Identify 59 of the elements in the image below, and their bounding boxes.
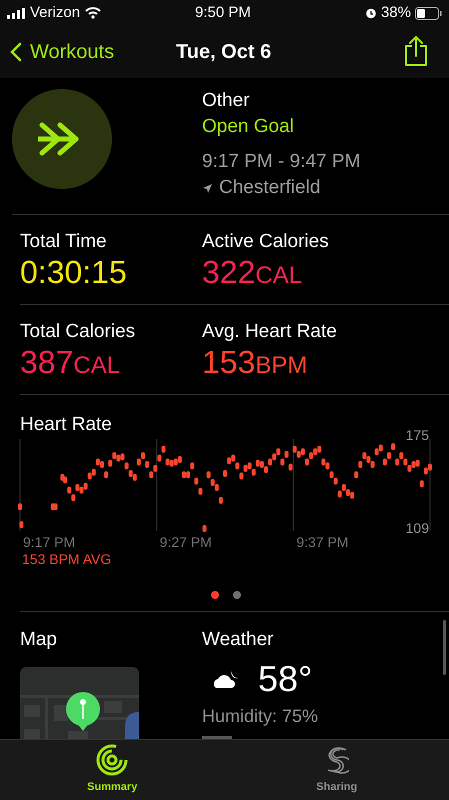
- heart-rate-point: [358, 461, 362, 468]
- x-axis-label: 9:27 PM: [160, 534, 212, 550]
- metric-unit: CAL: [73, 351, 120, 381]
- heart-rate-point: [198, 488, 202, 495]
- heart-rate-point: [391, 443, 396, 450]
- wifi-icon: [85, 7, 102, 19]
- signal-icon: [7, 8, 25, 18]
- heart-rate-point: [18, 503, 22, 510]
- section-title: Map: [20, 628, 57, 652]
- metric-unit: BPM: [255, 351, 308, 381]
- metric-value: 322: [202, 253, 256, 291]
- heart-rate-point: [218, 496, 223, 504]
- temperature: 58°: [258, 656, 312, 700]
- tab-item[interactable]: Sharing: [224, 740, 449, 800]
- battery-icon: [415, 6, 442, 20]
- heart-rate-point: [420, 480, 424, 488]
- metric-label: Avg. Heart Rate: [202, 321, 338, 343]
- heart-rate-point: [223, 470, 227, 477]
- screen-title: Tue, Oct 6: [176, 40, 272, 65]
- heart-rate-point: [104, 471, 108, 478]
- section-title: Heart Rate: [20, 413, 112, 437]
- metric-label: Active Calories: [202, 231, 330, 253]
- metric-value: 0:30:15: [20, 253, 127, 291]
- humidity: Humidity: 75%: [202, 704, 318, 728]
- clock-time: 9:50 PM: [195, 2, 251, 23]
- heart-rate-point: [19, 521, 24, 528]
- heart-rate-point: [354, 471, 358, 478]
- alarm-icon: [364, 7, 377, 19]
- heart-rate-point: [202, 524, 206, 532]
- x-axis-label: 9:37 PM: [296, 534, 348, 550]
- y-axis-label: 109: [406, 520, 429, 536]
- carrier-name: Verizon: [30, 2, 80, 23]
- metric-label: Total Time: [20, 231, 108, 253]
- share-icon[interactable]: [404, 36, 428, 66]
- scroll-indicator: [443, 620, 446, 675]
- metric-label: Total Calories: [20, 321, 136, 343]
- workout-location: Chesterfield: [219, 176, 320, 200]
- workout-time-range: 9:17 PM - 9:47 PM: [202, 150, 360, 174]
- metric-value: 387: [20, 343, 74, 381]
- back-button[interactable]: Workouts: [10, 37, 114, 67]
- y-axis-label: 175: [406, 427, 429, 443]
- back-chevron-icon: [10, 42, 22, 62]
- metric-value: 153: [202, 343, 256, 381]
- workout-type: Other: [202, 89, 251, 113]
- heart-rate-point: [190, 462, 194, 470]
- average-heart-rate: 153 BPM AVG: [22, 550, 112, 569]
- heart-rate-point: [157, 454, 162, 462]
- heart-rate-point: [288, 464, 293, 471]
- heart-rate-point: [162, 446, 166, 453]
- heart-rate-point: [145, 461, 150, 468]
- battery-percent: 38%: [380, 2, 411, 23]
- workout-goal: Open Goal: [202, 115, 295, 139]
- metric-unit: CAL: [255, 261, 302, 291]
- rings-icon: [96, 744, 128, 776]
- x-axis-label: 9:17 PM: [23, 534, 76, 550]
- section-title: Weather: [202, 628, 274, 652]
- tab-item[interactable]: Summary: [0, 740, 224, 800]
- heart-rate-point: [194, 478, 198, 485]
- location-arrow-icon: [202, 182, 213, 194]
